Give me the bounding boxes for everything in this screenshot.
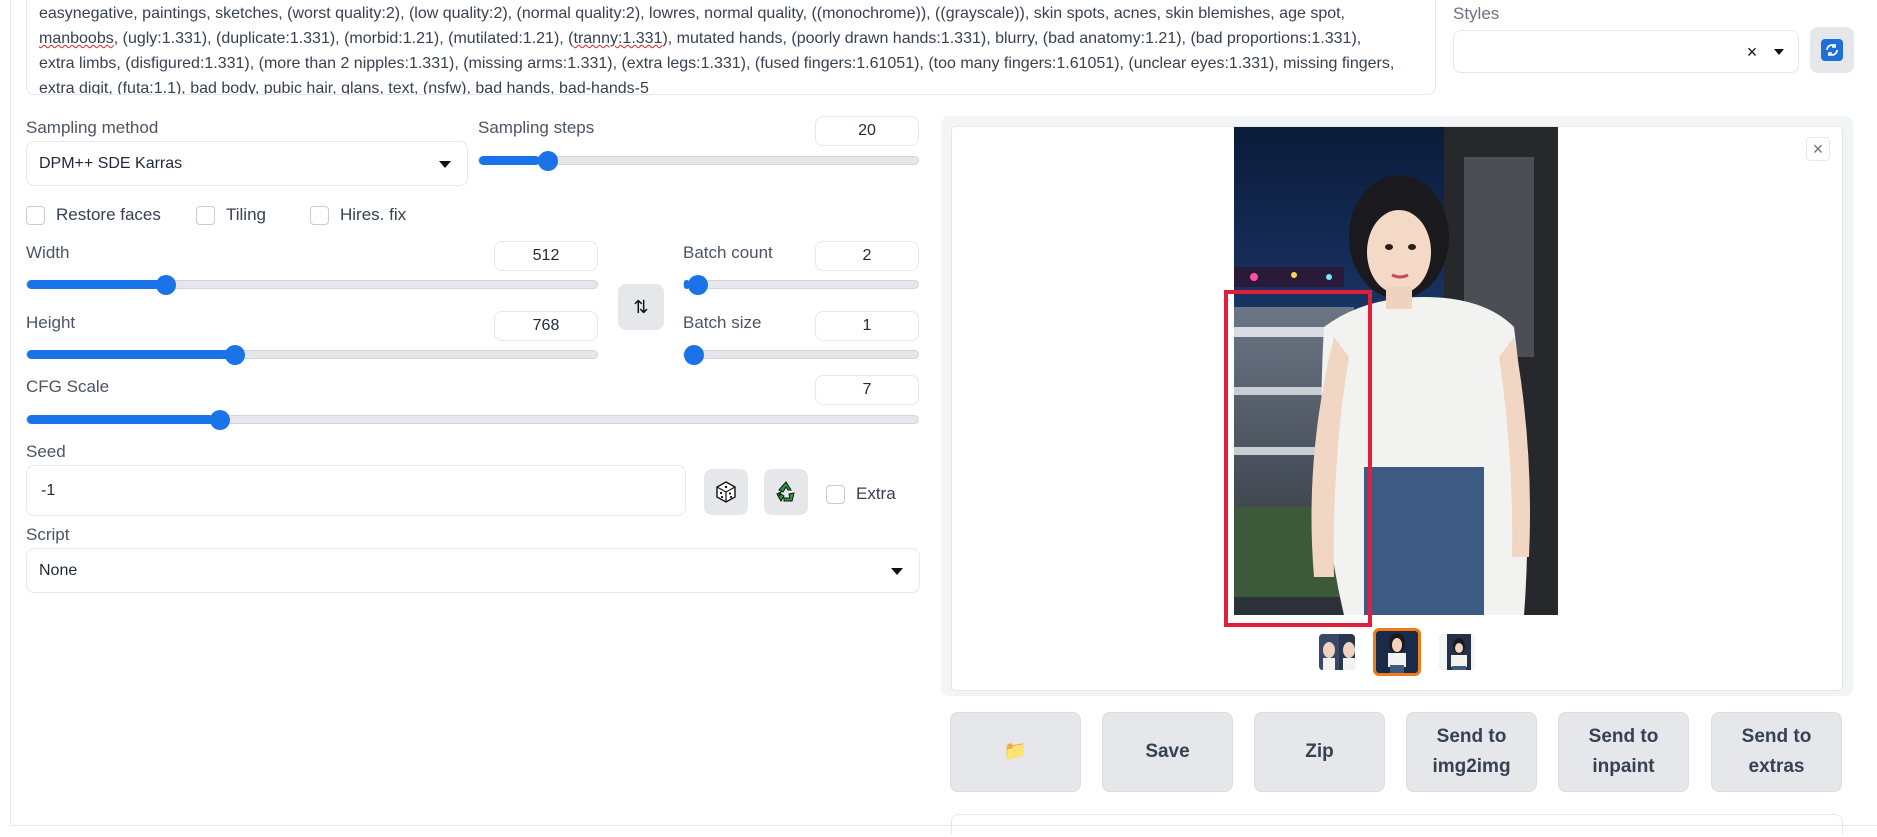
slider-thumb[interactable] <box>684 345 704 365</box>
checkbox-box[interactable] <box>310 205 329 225</box>
neg-prompt-text: ), bad body, pubic hair, glans, text, ( <box>175 80 429 95</box>
script-label: Script <box>26 525 70 544</box>
send-to-img2img-button[interactable]: Send to img2img <box>1406 712 1537 792</box>
neg-prompt-text: ), bad hands, bad-hands-5 <box>461 80 649 95</box>
selection-highlight <box>1224 290 1372 627</box>
sampling-method-dropdown[interactable]: DPM++ SDE Karras <box>26 141 468 186</box>
close-icon[interactable]: × <box>1806 137 1830 161</box>
seed-label: Seed <box>26 442 66 461</box>
zip-button[interactable]: Zip <box>1254 712 1385 792</box>
folder-icon: 📁 <box>1003 741 1028 762</box>
neg-prompt-text: ), mutated hands, (poorly drawn hands:1.… <box>662 30 1362 47</box>
image-gallery: × <box>951 126 1843 691</box>
spellcheck-word: nsfw <box>428 80 462 95</box>
chevron-down-icon <box>1774 49 1784 55</box>
sampling-method-value: DPM++ SDE Karras <box>39 155 183 172</box>
script-value: None <box>39 562 78 579</box>
send-to-extras-button[interactable]: Send to extras <box>1711 712 1842 792</box>
slider-thumb[interactable] <box>537 151 558 171</box>
width-label: Width <box>26 243 70 262</box>
recycle-icon <box>776 481 795 502</box>
cfg-scale-label: CFG Scale <box>26 377 110 396</box>
info-panel-edge <box>951 814 1843 834</box>
neg-prompt-text: , (ugly:1.331), (duplicate:1.331), (morb… <box>113 30 574 47</box>
batch-size-label: Batch size <box>683 313 762 332</box>
cfg-scale-input[interactable]: 7 <box>815 375 919 405</box>
checkbox-box[interactable] <box>826 484 845 504</box>
slider-fill <box>27 280 161 289</box>
hires-fix-checkbox[interactable]: Hires. fix <box>310 205 406 225</box>
thumbnail-selected[interactable] <box>1373 628 1421 676</box>
slider-fill <box>27 350 233 359</box>
negative-prompt-textarea[interactable]: easynegative, paintings, sketches, (wors… <box>26 0 1436 95</box>
slider-fill <box>27 415 215 424</box>
refresh-icon <box>1821 39 1843 61</box>
slider-fill <box>479 156 541 165</box>
width-input[interactable]: 512 <box>494 241 598 271</box>
script-dropdown[interactable]: None <box>26 548 920 593</box>
random-seed-button[interactable] <box>704 469 748 515</box>
chevron-down-icon <box>439 161 451 168</box>
styles-dropdown[interactable]: × <box>1453 30 1799 73</box>
neg-prompt-line-1: easynegative, paintings, sketches, (wors… <box>39 5 1345 22</box>
batch-count-input[interactable]: 2 <box>815 241 919 271</box>
thumbnail-strip <box>952 628 1842 676</box>
checkbox-label: Tiling <box>226 205 266 224</box>
extra-seed-checkbox[interactable]: Extra <box>826 484 896 504</box>
restore-faces-checkbox[interactable]: Restore faces <box>26 205 161 225</box>
sampling-steps-label: Sampling steps <box>478 118 595 137</box>
height-slider[interactable] <box>26 345 598 365</box>
neg-prompt-line-3: extra limbs, (disfigured:1.331), (more t… <box>39 55 1395 72</box>
spellcheck-word: manboobs <box>39 30 114 47</box>
thumbnail-grid[interactable] <box>1317 632 1357 672</box>
cfg-scale-slider[interactable] <box>26 410 919 430</box>
batch-size-slider[interactable] <box>683 345 919 365</box>
slider-thumb[interactable] <box>225 345 245 365</box>
refresh-styles-button[interactable] <box>1810 27 1854 73</box>
save-button[interactable]: Save <box>1102 712 1233 792</box>
reuse-seed-button[interactable] <box>764 469 808 515</box>
swap-arrows-icon: ⇅ <box>633 296 649 317</box>
checkbox-box[interactable] <box>26 205 45 225</box>
batch-count-label: Batch count <box>683 243 773 262</box>
width-slider[interactable] <box>26 275 598 295</box>
swap-dimensions-button[interactable]: ⇅ <box>618 284 664 330</box>
spellcheck-word: futa:1.1 <box>122 80 176 95</box>
chevron-down-icon <box>891 568 903 575</box>
checkbox-label: Hires. fix <box>340 205 407 224</box>
styles-label: Styles <box>1453 4 1500 23</box>
height-input[interactable]: 768 <box>494 311 598 341</box>
send-to-inpaint-button[interactable]: Send to inpaint <box>1558 712 1689 792</box>
batch-size-input[interactable]: 1 <box>815 311 919 341</box>
thumbnail-image[interactable] <box>1437 632 1477 672</box>
clear-icon[interactable]: × <box>1742 42 1762 62</box>
checkbox-label: Restore faces <box>56 205 161 224</box>
spellcheck-word: tranny:1.331 <box>573 30 663 47</box>
dice-icon <box>716 481 736 503</box>
sampling-steps-input[interactable]: 20 <box>815 116 919 146</box>
slider-thumb[interactable] <box>209 410 230 430</box>
tiling-checkbox[interactable]: Tiling <box>196 205 266 225</box>
batch-count-slider[interactable] <box>683 275 919 295</box>
checkbox-label: Extra <box>856 484 896 503</box>
sampling-method-label: Sampling method <box>26 118 159 137</box>
sampling-steps-slider[interactable] <box>478 151 919 171</box>
seed-input[interactable]: -1 <box>26 465 686 516</box>
checkbox-box[interactable] <box>196 205 215 225</box>
open-folder-button[interactable]: 📁 <box>950 712 1081 792</box>
neg-prompt-text: extra digit, ( <box>39 80 123 95</box>
height-label: Height <box>26 313 76 332</box>
